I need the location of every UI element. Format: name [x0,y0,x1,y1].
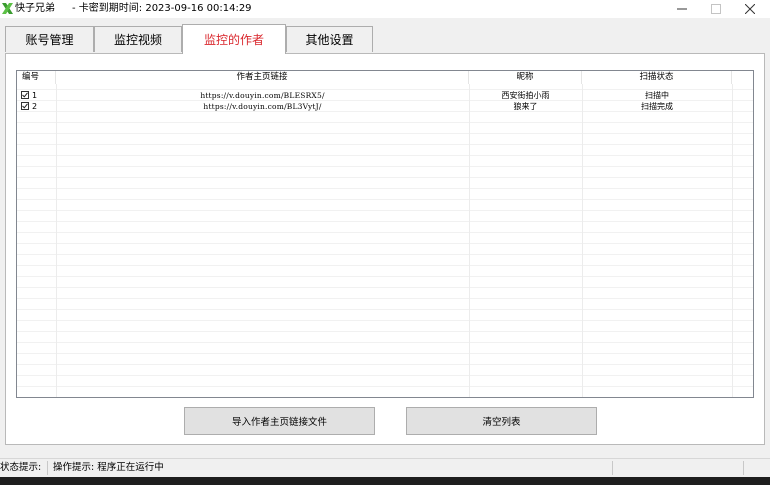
checkmark-icon [22,92,28,98]
row-gridline [17,364,753,365]
status-message: 操作提示: 程序正在运行中 [53,462,164,473]
row-checkbox[interactable] [21,91,29,99]
row-gridline [17,375,753,376]
column-gridline [582,84,583,397]
row-gridline [17,122,753,123]
tab-strip: 账号管理 监控视频 监控的作者 其他设置 [0,18,770,54]
maximize-button[interactable] [699,0,733,18]
row-gridline [17,133,753,134]
minimize-button[interactable] [665,0,699,18]
status-divider [47,461,48,475]
row-gridline [17,199,753,200]
row-gridline [17,232,753,233]
status-divider [612,461,613,475]
app-logo-icon [2,3,13,14]
minimize-icon [677,8,687,10]
row-gridline [17,287,753,288]
row-id: 1 [32,91,38,100]
row-id-cell: 1 [17,90,56,101]
column-header-url[interactable]: 作者主页链接 [56,71,469,84]
tab-panel: 编号 作者主页链接 昵称 扫描状态 1 https://v.douyin.com… [5,53,765,445]
row-url: https://v.douyin.com/BL3VytJ/ [203,102,322,111]
tab-monitor-videos[interactable]: 监控视频 [94,26,182,52]
row-url: https://v.douyin.com/BLESRX5/ [200,91,325,100]
row-gridline [17,298,753,299]
window-title: 快子兄弟 [15,3,55,14]
row-id: 2 [32,102,38,111]
tab-other-settings[interactable]: 其他设置 [286,26,373,52]
row-nickname: 西安街拍小雨 [501,91,550,100]
row-gridline [17,177,753,178]
column-header-status[interactable]: 扫描状态 [582,71,732,84]
tab-account-management[interactable]: 账号管理 [5,26,94,52]
table-header: 编号 作者主页链接 昵称 扫描状态 [17,71,753,84]
status-bar: 状态提示: 操作提示: 程序正在运行中 [0,458,770,477]
column-gridline [469,84,470,397]
checkmark-icon [22,103,28,109]
row-gridline [17,155,753,156]
column-header-id[interactable]: 编号 [17,71,56,84]
row-gridline [17,320,753,321]
row-gridline [17,386,753,387]
row-gridline [17,188,753,189]
tab-monitored-authors[interactable]: 监控的作者 [182,24,286,54]
row-nickname: 狼来了 [513,102,538,111]
clear-list-button[interactable]: 清空列表 [406,407,597,435]
row-gridline [17,331,753,332]
row-gridline [17,265,753,266]
license-expiry-text: - 卡密到期时间: 2023-09-16 00:14:29 [72,3,252,14]
row-gridline [17,221,753,222]
row-status: 扫描中 [645,91,669,100]
row-gridline [17,166,753,167]
table-row[interactable]: 2 https://v.douyin.com/BL3VytJ/ 狼来了 扫描完成 [17,101,753,112]
close-icon [745,4,755,14]
row-gridline [17,243,753,244]
bottom-edge [0,477,770,485]
row-status: 扫描完成 [641,102,673,111]
row-gridline [17,276,753,277]
row-gridline [17,342,753,343]
status-label: 状态提示: [0,462,42,473]
title-bar: 快子兄弟 - 卡密到期时间: 2023-09-16 00:14:29 [0,0,770,18]
column-header-filler [732,71,753,84]
maximize-icon [711,4,721,14]
status-divider [743,461,744,475]
row-checkbox[interactable] [21,102,29,110]
column-header-nickname[interactable]: 昵称 [469,71,582,84]
row-gridline [17,254,753,255]
table-row[interactable]: 1 https://v.douyin.com/BLESRX5/ 西安街拍小雨 扫… [17,90,753,101]
column-gridline [56,84,57,397]
close-button[interactable] [733,0,767,18]
authors-list-table[interactable]: 编号 作者主页链接 昵称 扫描状态 1 https://v.douyin.com… [16,70,754,398]
row-id-cell: 2 [17,101,56,112]
column-gridline [732,84,733,397]
row-gridline [17,353,753,354]
import-author-links-button[interactable]: 导入作者主页链接文件 [184,407,375,435]
row-gridline [17,309,753,310]
row-gridline [17,144,753,145]
row-gridline [17,210,753,211]
